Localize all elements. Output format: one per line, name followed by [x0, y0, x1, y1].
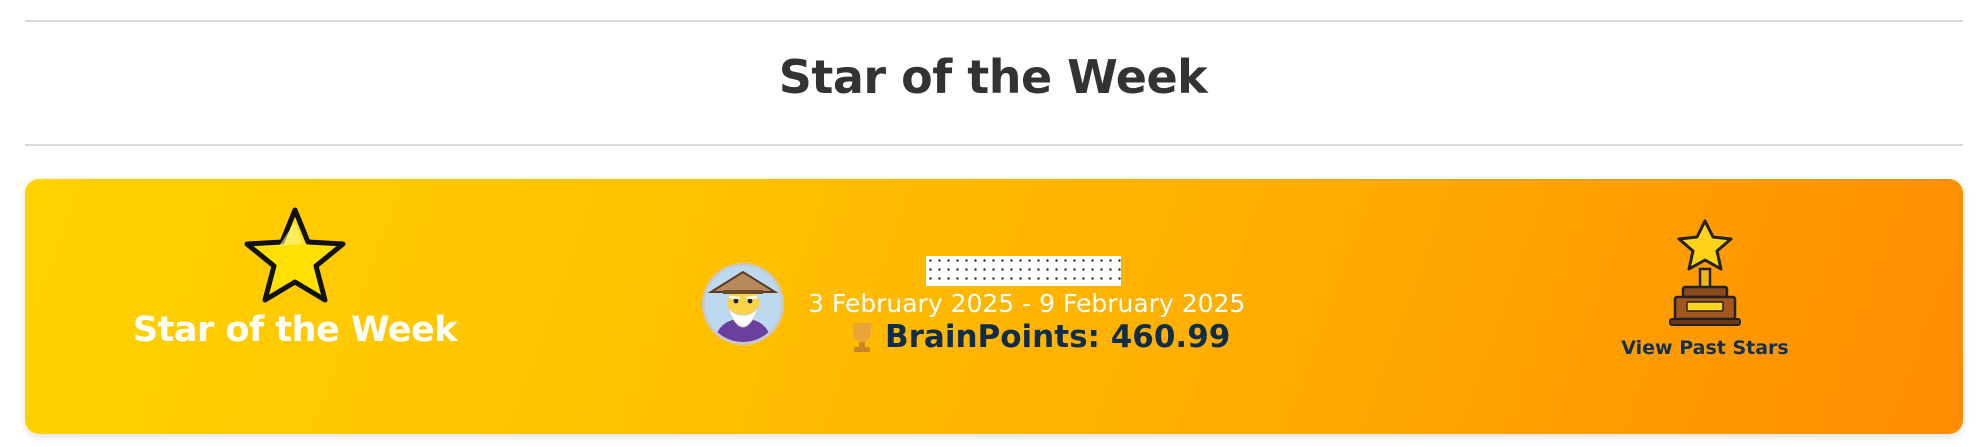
star-icon — [244, 207, 346, 303]
view-past-stars-label: View Past Stars — [1621, 337, 1789, 359]
points-label: BrainPoints: 460.99 — [885, 319, 1231, 355]
star-of-week-banner: Star of the Week 3 February 2025 - 9 Feb… — [25, 179, 1963, 434]
wizard-avatar-icon — [705, 266, 781, 342]
section-title: Star of the Week — [778, 50, 1208, 104]
star-badge: Star of the Week — [110, 204, 480, 350]
winner-points: BrainPoints: 460.99 — [849, 319, 1230, 355]
view-past-stars-button[interactable]: View Past Stars — [1570, 217, 1840, 359]
top-divider — [25, 20, 1963, 22]
star-trophy-icon — [1669, 219, 1741, 326]
star-badge-label: Star of the Week — [132, 310, 458, 350]
winner-name-redacted — [926, 256, 1121, 286]
winner-avatar — [702, 263, 784, 345]
trophy-icon — [853, 323, 871, 352]
winner-date-range: 3 February 2025 - 9 February 2025 — [808, 289, 1246, 318]
title-divider — [25, 144, 1963, 146]
